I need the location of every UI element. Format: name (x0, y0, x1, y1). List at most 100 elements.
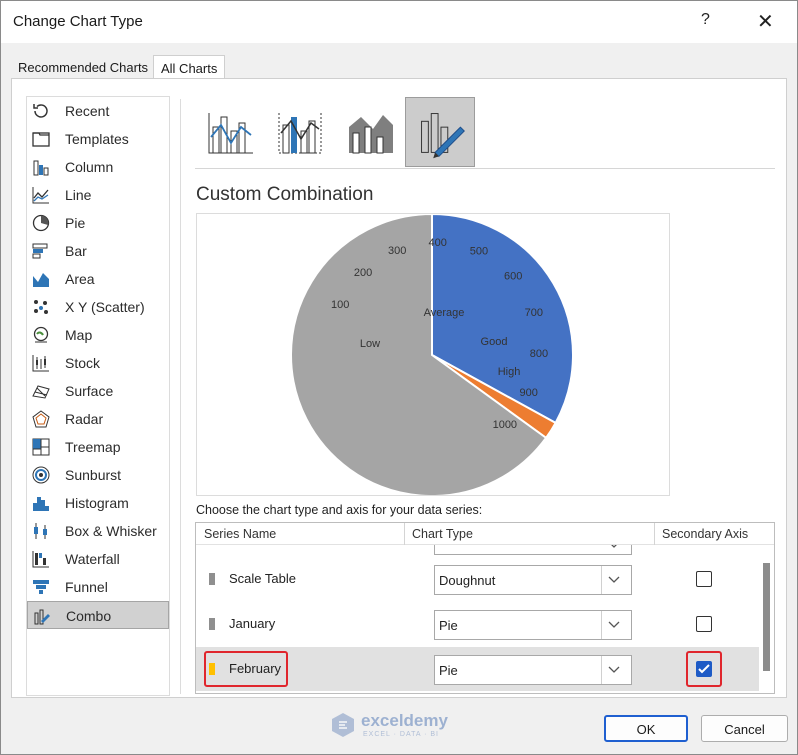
tab-recommended-charts[interactable]: Recommended Charts (11, 55, 151, 79)
sidebar-item-label: Column (65, 159, 114, 175)
help-button[interactable]: ? (701, 11, 710, 29)
sidebar-item-label: Treemap (65, 439, 121, 455)
sidebar-item-bar[interactable]: Bar (27, 237, 169, 265)
series-prompt: Choose the chart type and axis for your … (196, 503, 483, 517)
grid-body: Scale Table Doughnut January Pie Februar… (196, 545, 759, 693)
subtype-stacked-area-clustered-column[interactable] (335, 97, 405, 167)
sidebar-item-histogram[interactable]: Histogram (27, 489, 169, 517)
col-header-chart-type: Chart Type (412, 527, 473, 541)
combo-chart-icon (34, 609, 50, 625)
sidebar-item-treemap[interactable]: Treemap (27, 433, 169, 461)
sidebar-item-line[interactable]: Line (27, 181, 169, 209)
chevron-down-icon (608, 576, 620, 583)
sidebar-item-scatter[interactable]: X Y (Scatter) (27, 293, 169, 321)
sidebar-item-combo[interactable]: Combo (27, 601, 169, 629)
sidebar-item-pie[interactable]: Pie (27, 209, 169, 237)
subtype-clustered-column-line[interactable] (195, 97, 265, 167)
sunburst-chart-icon (32, 466, 50, 484)
close-button[interactable]: ✕ (757, 9, 774, 34)
category-label: Good (481, 336, 508, 348)
sidebar-item-label: Line (65, 187, 92, 203)
doughnut-scale-label: 600 (504, 270, 522, 282)
cancel-button[interactable]: Cancel (701, 715, 788, 742)
tab-all-charts[interactable]: All Charts (153, 55, 225, 79)
sidebar-item-label: Radar (65, 411, 104, 427)
chart-preview: 100 200 300 400 500 600 700 800 900 1000 Low Averag… (196, 213, 670, 496)
sidebar-item-surface[interactable]: Surface (27, 377, 169, 405)
doughnut-scale-label: 100 (331, 299, 349, 311)
secondary-axis-checkbox[interactable] (696, 616, 712, 632)
sidebar-item-recent[interactable]: Recent (27, 97, 169, 125)
sidebar-item-label: Histogram (65, 495, 129, 511)
surface-chart-icon (32, 385, 50, 399)
series-name: Scale Table (229, 571, 296, 586)
sidebar-item-radar[interactable]: Radar (27, 405, 169, 433)
category-label: Average (424, 307, 465, 319)
sidebar-item-area[interactable]: Area (27, 265, 169, 293)
col-separator (404, 523, 405, 545)
sidebar-item-stock[interactable]: Stock (27, 349, 169, 377)
sidebar-item-label: Area (65, 271, 95, 287)
chevron-down-icon (608, 666, 620, 673)
funnel-chart-icon (33, 580, 49, 594)
pie-chart-icon (32, 214, 50, 232)
series-row-scale-table: Scale Table Doughnut (196, 557, 759, 601)
highlight-annotation (204, 651, 288, 687)
bar-chart-icon (32, 243, 48, 259)
panel-divider (180, 99, 181, 694)
chart-type-select[interactable]: Pie (434, 655, 632, 685)
sidebar-item-label: Bar (65, 243, 87, 259)
section-title: Custom Combination (196, 184, 374, 205)
exceldemy-watermark: exceldemy EXCEL · DATA · BI (329, 709, 479, 743)
scatter-chart-icon (34, 300, 48, 314)
radar-chart-icon (32, 410, 50, 428)
chart-type-value: Pie (439, 663, 458, 678)
vertical-scrollbar[interactable] (759, 545, 774, 693)
ok-button[interactable]: OK (604, 715, 688, 742)
subtype-clustered-column-line-secondary-axis[interactable] (265, 97, 335, 167)
series-row-january: January Pie (196, 602, 759, 646)
dialog-title: Change Chart Type (13, 13, 143, 30)
doughnut-scale-label: 400 (429, 237, 447, 249)
doughnut-scale-label: 700 (525, 307, 543, 319)
doughnut-scale-label: 1000 (493, 419, 517, 431)
area-chart-icon (33, 273, 49, 287)
chart-type-list: Recent Templates Column Line Pie Bar Are… (26, 96, 170, 696)
col-header-series-name: Series Name (204, 527, 277, 541)
doughnut-scale-label: 900 (519, 387, 537, 399)
sidebar-item-waterfall[interactable]: Waterfall (27, 545, 169, 573)
chart-type-value: Doughnut (439, 573, 496, 588)
all-charts-panel: Recent Templates Column Line Pie Bar Are… (11, 78, 787, 698)
select-divider (601, 566, 602, 594)
sidebar-item-label: Waterfall (65, 551, 120, 567)
sidebar-item-label: Templates (65, 131, 129, 147)
category-label: Low (360, 338, 380, 350)
partial-chart-type-select[interactable] (434, 545, 632, 555)
sidebar-item-box-whisker[interactable]: Box & Whisker (27, 517, 169, 545)
waterfall-chart-icon (32, 551, 49, 568)
sidebar-item-sunburst[interactable]: Sunburst (27, 461, 169, 489)
series-grid: Series Name Chart Type Secondary Axis Sc… (195, 522, 775, 694)
chart-type-select[interactable]: Pie (434, 610, 632, 640)
watermark-brand: exceldemy (361, 711, 448, 730)
subtype-custom-combination[interactable] (405, 97, 475, 167)
sidebar-item-templates[interactable]: Templates (27, 125, 169, 153)
stock-chart-icon (32, 355, 49, 372)
sidebar-item-label: Sunburst (65, 467, 122, 483)
sidebar-item-column[interactable]: Column (27, 153, 169, 181)
exceldemy-logo-icon (332, 713, 354, 737)
scrollbar-thumb[interactable] (763, 563, 770, 671)
sidebar-item-label: X Y (Scatter) (65, 299, 145, 315)
col-separator (654, 523, 655, 545)
clustered-column-line-icon (208, 113, 253, 154)
chart-type-select[interactable]: Doughnut (434, 565, 632, 595)
templates-icon (32, 132, 50, 147)
chevron-down-icon (608, 621, 620, 628)
sidebar-item-label: Combo (66, 608, 112, 624)
sidebar-item-label: Funnel (65, 579, 108, 595)
secondary-axis-checkbox[interactable] (696, 571, 712, 587)
sidebar-item-label: Pie (65, 215, 86, 231)
sidebar-item-map[interactable]: Map (27, 321, 169, 349)
recent-icon (33, 104, 48, 118)
sidebar-item-funnel[interactable]: Funnel (27, 573, 169, 601)
